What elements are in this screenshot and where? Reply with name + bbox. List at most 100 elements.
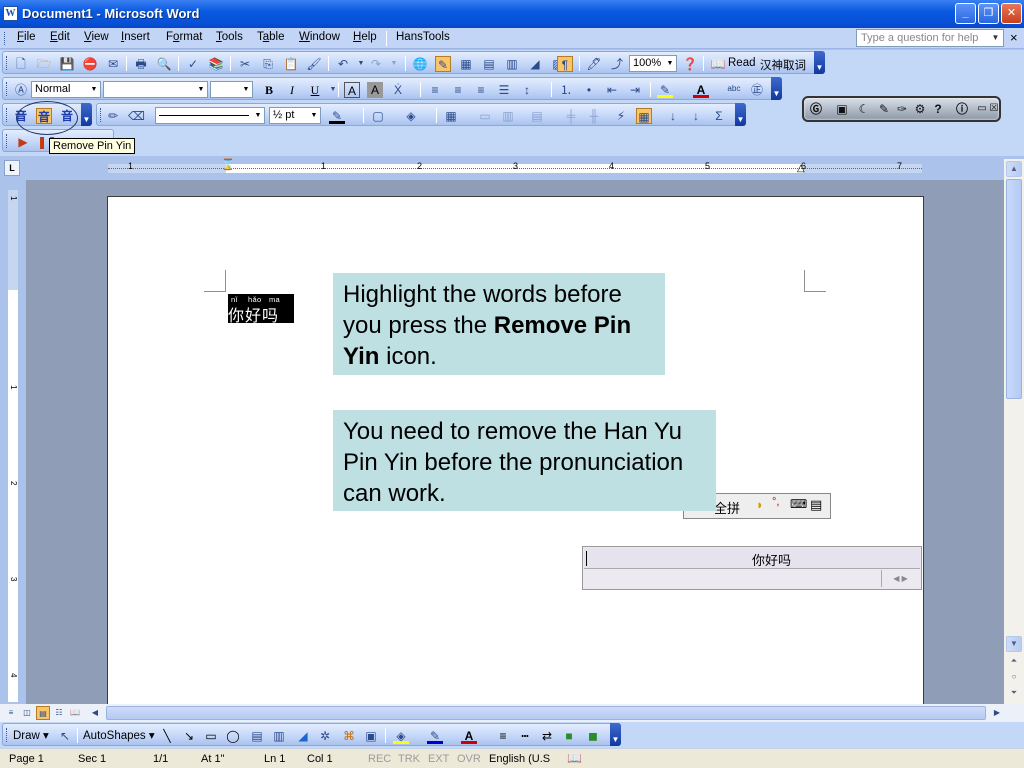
font-select[interactable]: ▼ <box>103 81 208 98</box>
vertical-text-box-icon[interactable]: ▥ <box>271 728 287 744</box>
redo-icon[interactable]: ↷ <box>368 56 384 72</box>
shadow-style-icon[interactable]: ■ <box>561 728 577 744</box>
candidate-text[interactable]: 你好吗 <box>752 550 791 569</box>
info-icon[interactable]: ⓘ <box>954 101 970 117</box>
help-icon[interactable]: ? <box>930 101 946 117</box>
screen-icon[interactable]: ▣ <box>834 101 850 117</box>
menu-help[interactable]: Help <box>353 31 377 43</box>
chevron-down-icon[interactable]: ▼ <box>195 82 207 97</box>
toolbar-grip[interactable] <box>6 56 9 70</box>
font-color-icon[interactable]: A <box>461 728 477 744</box>
status-section[interactable]: Sec 1 <box>78 753 106 765</box>
outline-view-icon[interactable]: ☷ <box>52 706 66 720</box>
align-right-icon[interactable]: ≡ <box>473 82 489 98</box>
bullets-icon[interactable]: • <box>581 82 597 98</box>
autoshapes-button[interactable]: AutoShapes ▾ <box>83 728 155 742</box>
show-hide-icon[interactable]: ¶ <box>557 56 573 72</box>
menu-edit[interactable]: Edit <box>50 31 70 43</box>
status-at[interactable]: At 1" <box>201 753 224 765</box>
undo-icon[interactable]: ↶ <box>335 56 351 72</box>
read-button[interactable]: Read <box>728 57 756 69</box>
tables-borders-icon[interactable]: ✎ <box>435 56 451 72</box>
vertical-scrollbar[interactable]: ▲ ▼ ⏶ ○ ⏷ <box>1004 159 1024 704</box>
enclose-characters-icon[interactable]: ㊣ <box>749 82 765 98</box>
style-select[interactable]: Normal ▼ <box>31 81 101 98</box>
justify-icon[interactable]: ☰ <box>496 82 512 98</box>
columns-icon[interactable]: ▥ <box>504 56 520 72</box>
clip-art-icon[interactable]: ⌘ <box>341 728 357 744</box>
scroll-thumb[interactable] <box>1006 179 1022 399</box>
next-page-icon[interactable]: ⏷ <box>1006 686 1022 702</box>
menu-insert[interactable]: Insert <box>121 31 150 43</box>
web-layout-icon[interactable]: ◫ <box>20 706 34 720</box>
chinese-lookup-button[interactable]: 汉神取词 <box>760 57 806 73</box>
scroll-down-button[interactable]: ▼ <box>1006 636 1022 652</box>
spelling-status-icon[interactable]: 📖 <box>567 751 582 765</box>
status-line[interactable]: Ln 1 <box>264 753 285 765</box>
wordart-icon[interactable]: ◢ <box>295 728 311 744</box>
minimize-button[interactable]: _ <box>955 3 976 24</box>
title-bar[interactable]: W Document1 - Microsoft Word _ ❐ ✕ <box>0 0 1024 28</box>
save-icon[interactable]: 💾 <box>59 56 75 72</box>
status-pages[interactable]: 1/1 <box>153 753 168 765</box>
close-button[interactable]: ✕ <box>1001 3 1022 24</box>
insert-table-icon[interactable]: ▦ <box>458 56 474 72</box>
toolbar-grip[interactable] <box>6 108 9 122</box>
underline-icon[interactable]: U <box>307 82 323 98</box>
format-mark-icon[interactable]: ⤴ <box>609 56 625 72</box>
font-size-select[interactable]: ▼ <box>210 81 253 98</box>
highlight-icon[interactable]: ✎ <box>657 82 673 98</box>
select-objects-icon[interactable]: ↖ <box>57 728 73 744</box>
word-app-icon[interactable]: W <box>3 6 18 21</box>
status-ovr[interactable]: OVR <box>457 753 481 765</box>
toolbar-options-icon[interactable]: ▼ <box>81 103 92 126</box>
ime-mode-label[interactable]: 全拼 <box>714 498 740 517</box>
fill-color-icon[interactable]: ◈ <box>393 728 409 744</box>
line-color-icon[interactable]: ✎ <box>427 728 443 744</box>
toolbar-options-icon[interactable]: ▼ <box>771 77 782 100</box>
close-icon[interactable]: ☒ <box>986 101 1002 117</box>
help-icon[interactable]: ❓ <box>682 56 698 72</box>
email-icon[interactable]: ✉ <box>105 56 121 72</box>
toolbar-grip[interactable] <box>6 728 9 742</box>
status-language[interactable]: English (U.S <box>489 753 550 765</box>
toolbar-options-icon[interactable]: ▼ <box>735 103 746 126</box>
align-cell-icon[interactable]: ▤ <box>529 108 545 124</box>
align-center-icon[interactable]: ≡ <box>450 82 466 98</box>
styles-formatting-icon[interactable]: Ⓐ <box>13 82 29 98</box>
3d-style-icon[interactable]: ◼ <box>585 728 601 744</box>
menu-grip[interactable] <box>4 32 7 45</box>
chevron-down-icon[interactable]: ▼ <box>989 31 1002 45</box>
character-scaling-icon[interactable]: Ẋ <box>390 82 406 98</box>
menu-file[interactable]: File <box>17 31 36 43</box>
permission-icon[interactable]: ⛔ <box>82 56 98 72</box>
print-icon[interactable]: 🖶 <box>133 56 149 72</box>
previous-page-icon[interactable]: ⏶ <box>1006 654 1022 670</box>
right-indent-marker[interactable]: △ <box>797 163 805 174</box>
border-color-icon[interactable]: ✎ <box>329 108 345 124</box>
insert-excel-icon[interactable]: ▤ <box>481 56 497 72</box>
tool-icon[interactable]: ✎ <box>876 101 892 117</box>
distribute-rows-icon[interactable]: ╪ <box>563 108 579 124</box>
bold-icon[interactable]: B <box>261 82 277 98</box>
restore-button[interactable]: ❐ <box>978 3 999 24</box>
toolbar-grip[interactable] <box>6 82 9 96</box>
logo-icon[interactable]: Ⓖ <box>808 101 824 117</box>
toolbar-grip[interactable] <box>6 134 9 148</box>
toolbar-grip[interactable] <box>100 108 103 122</box>
line-icon[interactable]: ╲ <box>159 728 175 744</box>
print-layout-icon[interactable]: ▤ <box>36 706 50 720</box>
toolbar-options-icon[interactable]: ▼ <box>610 723 621 746</box>
status-column[interactable]: Col 1 <box>307 753 333 765</box>
ime-candidate-window[interactable]: 你好吗 ◀ ▶ <box>582 546 922 590</box>
ime-menu-icon[interactable]: ▤ <box>810 497 822 513</box>
toolbar-options-icon[interactable]: ▼ <box>814 51 825 74</box>
read-icon[interactable]: 📖 <box>710 56 726 72</box>
ink-icon[interactable]: 🖊 <box>586 56 602 72</box>
merge-cells-icon[interactable]: ▭ <box>477 108 493 124</box>
insert-table-icon[interactable]: ▦ <box>443 108 459 124</box>
decrease-indent-icon[interactable]: ⇤ <box>604 82 620 98</box>
menu-view[interactable]: View <box>84 31 109 43</box>
draw-menu-button[interactable]: Draw ▾ <box>13 728 49 742</box>
line-weight-select[interactable]: ½ pt ▼ <box>269 107 321 124</box>
